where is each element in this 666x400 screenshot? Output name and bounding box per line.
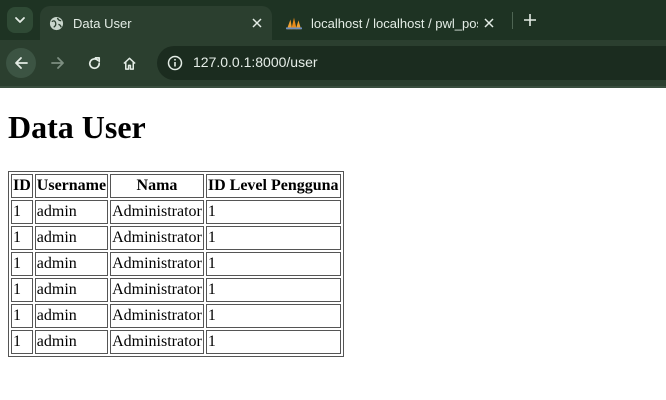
- tab-search-button[interactable]: [7, 7, 33, 33]
- site-info-icon[interactable]: [165, 53, 185, 73]
- cell-level: 1: [205, 200, 341, 224]
- forward-button[interactable]: [43, 48, 73, 78]
- cell-id: 1: [11, 330, 33, 354]
- cell-id: 1: [11, 200, 33, 224]
- column-header-username: Username: [34, 174, 109, 198]
- cell-nama: Administrator: [110, 278, 204, 302]
- cell-id: 1: [11, 304, 33, 328]
- cell-nama: Administrator: [110, 330, 204, 354]
- cell-id: 1: [11, 226, 33, 250]
- cell-nama: Administrator: [110, 304, 204, 328]
- tab-title: Data User: [73, 15, 132, 31]
- tab-phpmyadmin[interactable]: localhost / localhost / pwl_pos /: [278, 6, 504, 40]
- table-header-row: ID Username Nama ID Level Pengguna: [11, 174, 341, 198]
- cell-level: 1: [205, 226, 341, 250]
- reload-button[interactable]: [79, 48, 109, 78]
- cell-id: 1: [11, 252, 33, 276]
- close-icon[interactable]: [478, 12, 500, 34]
- toolbar: 127.0.0.1:8000/user: [0, 40, 666, 86]
- cell-username: admin: [34, 304, 109, 328]
- cell-nama: Administrator: [110, 226, 204, 250]
- cell-username: admin: [34, 278, 109, 302]
- page-content: Data User ID Username Nama ID Level Peng…: [8, 88, 344, 357]
- table-row: 1 admin Administrator 1: [11, 278, 341, 302]
- close-icon[interactable]: [246, 12, 268, 34]
- cell-level: 1: [205, 304, 341, 328]
- home-icon: [122, 57, 136, 70]
- globe-icon: [48, 15, 64, 31]
- column-header-id: ID: [11, 174, 33, 198]
- tab-data-user[interactable]: Data User: [40, 6, 272, 40]
- back-button[interactable]: [6, 48, 36, 78]
- new-tab-button[interactable]: [518, 9, 542, 31]
- arrow-right-icon: [51, 57, 64, 69]
- table-row: 1 admin Administrator 1: [11, 226, 341, 250]
- cell-username: admin: [34, 252, 109, 276]
- arrow-left-icon: [15, 57, 28, 69]
- table-row: 1 admin Administrator 1: [11, 330, 341, 354]
- tab-title: localhost / localhost / pwl_pos /: [311, 15, 478, 31]
- home-button[interactable]: [114, 48, 144, 78]
- table-row: 1 admin Administrator 1: [11, 200, 341, 224]
- reload-icon: [88, 56, 100, 69]
- tab-divider: [512, 12, 513, 29]
- cell-username: admin: [34, 330, 109, 354]
- cell-level: 1: [205, 252, 341, 276]
- cell-username: admin: [34, 200, 109, 224]
- cell-level: 1: [205, 278, 341, 302]
- phpmyadmin-icon: [286, 15, 302, 31]
- plus-icon: [524, 14, 536, 26]
- cell-id: 1: [11, 278, 33, 302]
- table-row: 1 admin Administrator 1: [11, 252, 341, 276]
- chevron-down-icon: [15, 17, 25, 23]
- address-bar[interactable]: 127.0.0.1:8000/user: [157, 46, 666, 80]
- cell-nama: Administrator: [110, 252, 204, 276]
- table-row: 1 admin Administrator 1: [11, 304, 341, 328]
- column-header-level: ID Level Pengguna: [205, 174, 341, 198]
- cell-username: admin: [34, 226, 109, 250]
- cell-nama: Administrator: [110, 200, 204, 224]
- tab-strip: Data User localhost / localhost / pwl_po…: [0, 0, 666, 40]
- page-title: Data User: [8, 109, 146, 145]
- url-text: 127.0.0.1:8000/user: [193, 54, 318, 70]
- cell-level: 1: [205, 330, 341, 354]
- column-header-nama: Nama: [110, 174, 204, 198]
- user-table: ID Username Nama ID Level Pengguna 1 adm…: [8, 171, 344, 357]
